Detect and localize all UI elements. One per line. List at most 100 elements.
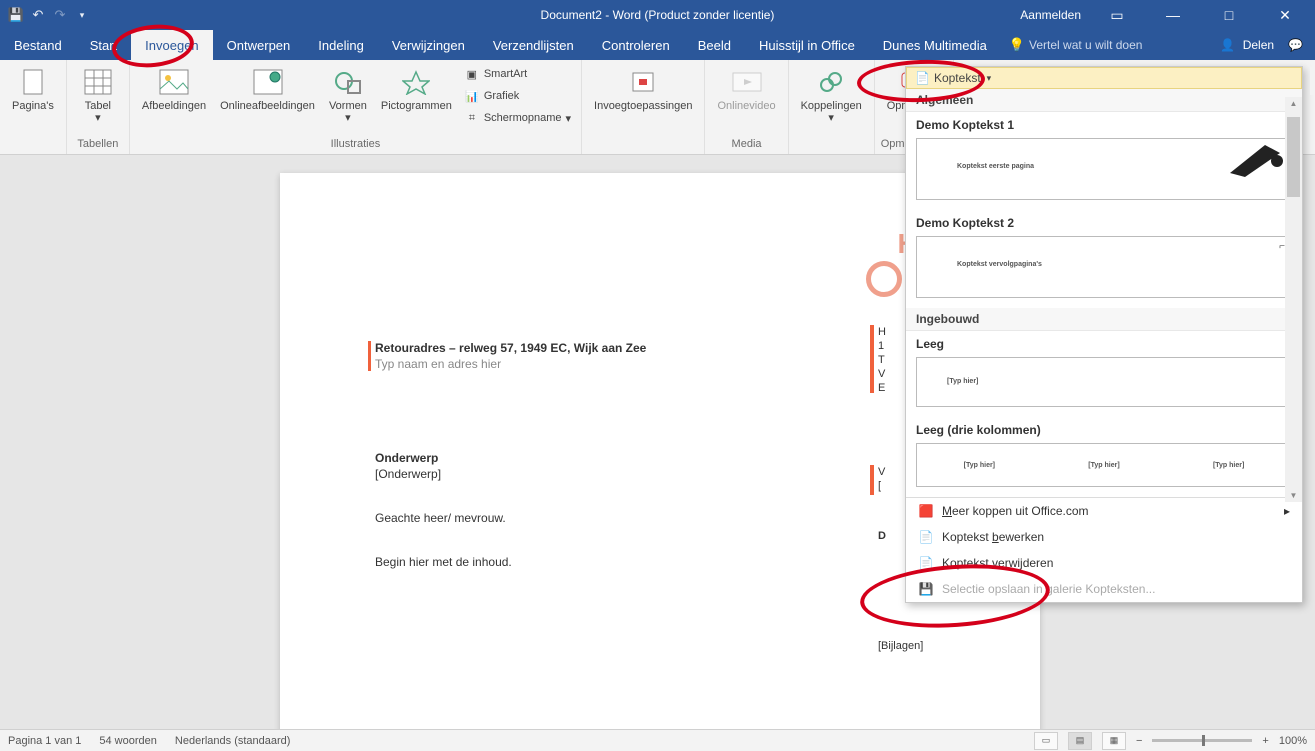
window-title: Document2 - Word (Product zonder licenti…	[541, 8, 775, 22]
section-algemeen: Algemeen	[906, 89, 1302, 112]
online-pictures-icon	[252, 66, 284, 98]
tell-me-search[interactable]: 💡 Vertel wat u wilt doen	[1009, 30, 1143, 60]
group-tabellen: Tabellen	[73, 136, 123, 152]
edit-header-button[interactable]: 📄 Koptekst bewerken	[906, 524, 1302, 550]
save-gallery-icon: 💾	[918, 581, 934, 597]
edit-header-icon: 📄	[918, 529, 934, 545]
word-count[interactable]: 54 woorden	[99, 735, 157, 747]
zoom-level[interactable]: 100%	[1279, 735, 1307, 747]
tab-invoegen[interactable]: Invoegen	[131, 30, 213, 60]
gallery-leeg[interactable]: [Typ hier]	[916, 357, 1292, 407]
tab-beeld[interactable]: Beeld	[684, 30, 745, 60]
tab-indeling[interactable]: Indeling	[304, 30, 378, 60]
lightbulb-icon: 💡	[1009, 37, 1025, 53]
tell-me-label: Vertel wat u wilt doen	[1029, 38, 1142, 52]
group-media: Media	[711, 136, 781, 152]
gallery-demo2[interactable]: Koptekst vervolgpagina's ⌐	[916, 236, 1292, 298]
addins-icon	[627, 66, 659, 98]
onlineafbeeldingen-button[interactable]: Onlineafbeeldingen	[214, 64, 321, 114]
koptekst-gallery[interactable]: Algemeen Demo Koptekst 1 Koptekst eerste…	[906, 89, 1302, 497]
screenshot-icon: ⌗	[464, 110, 480, 126]
redo-icon[interactable]: ↷	[52, 7, 68, 23]
save-selection-button: 💾 Selectie opslaan in galerie Kopteksten…	[906, 576, 1302, 602]
shapes-icon	[332, 66, 364, 98]
title-bar: 💾 ↶ ↷ ▾ Document2 - Word (Product zonder…	[0, 0, 1315, 30]
afbeeldingen-button[interactable]: Afbeeldingen	[136, 64, 212, 114]
subject-label: Onderwerp	[375, 451, 438, 465]
signin-link[interactable]: Aanmelden	[1020, 8, 1081, 22]
header-icon: 📄	[915, 71, 930, 85]
schermopname-button[interactable]: ⌗Schermopname ▾	[460, 108, 575, 128]
accent-bar	[368, 341, 371, 371]
tab-bestand[interactable]: Bestand	[0, 30, 76, 60]
brush-icon	[1225, 143, 1285, 179]
grafiek-button[interactable]: 📊Grafiek	[460, 86, 575, 106]
gallery-leeg3[interactable]: [Typ hier] [Typ hier] [Typ hier]	[916, 443, 1292, 487]
subject-placeholder[interactable]: [Onderwerp]	[375, 467, 441, 481]
page-indicator[interactable]: Pagina 1 van 1	[8, 735, 81, 747]
language-indicator[interactable]: Nederlands (standaard)	[175, 735, 291, 747]
tab-huisstijl[interactable]: Huisstijl in Office	[745, 30, 869, 60]
close-icon[interactable]: ✕	[1265, 7, 1305, 24]
tabel-button[interactable]: Tabel▾	[73, 64, 123, 126]
pictogrammen-button[interactable]: Pictogrammen	[375, 64, 458, 114]
office-icon: 🟥	[918, 503, 934, 519]
print-layout-button[interactable]: ▤	[1068, 732, 1092, 750]
gallery-scrollbar[interactable]: ▲ ▼	[1285, 97, 1302, 502]
gallery-leeg-title: Leeg	[906, 331, 1302, 353]
paginas-button[interactable]: Pagina's	[6, 64, 60, 114]
tab-start[interactable]: Start	[76, 30, 131, 60]
remove-header-button[interactable]: 📄 Koptekst verwijderen	[906, 550, 1302, 576]
gallery-demo1[interactable]: Koptekst eerste pagina	[916, 138, 1292, 200]
chart-icon: 📊	[464, 88, 480, 104]
video-icon	[731, 66, 763, 98]
onlinevideo-button[interactable]: Onlinevideo	[711, 64, 781, 114]
ribbon-display-options-icon[interactable]: ▭	[1097, 7, 1137, 24]
icons-icon	[400, 66, 432, 98]
tab-ontwerpen[interactable]: Ontwerpen	[213, 30, 305, 60]
save-icon[interactable]: 💾	[8, 7, 24, 23]
maximize-icon[interactable]: □	[1209, 7, 1249, 23]
minimize-icon[interactable]: —	[1153, 7, 1193, 23]
bijlagen-placeholder: [Bijlagen]	[878, 640, 923, 652]
pictures-icon	[158, 66, 190, 98]
read-mode-button[interactable]: ▭	[1034, 732, 1058, 750]
gallery-demo2-title: Demo Koptekst 2	[906, 210, 1302, 232]
zoom-slider[interactable]	[1152, 739, 1252, 742]
quick-access-toolbar: 💾 ↶ ↷ ▾	[0, 7, 98, 23]
body-start[interactable]: Begin hier met de inhoud.	[375, 555, 512, 569]
ribbon-tabs: Bestand Start Invoegen Ontwerpen Indelin…	[0, 30, 1315, 60]
section-ingebouwd: Ingebouwd	[906, 308, 1302, 331]
name-address-placeholder[interactable]: Typ naam en adres hier	[375, 357, 501, 371]
web-layout-button[interactable]: ▦	[1102, 732, 1126, 750]
gallery-demo1-title: Demo Koptekst 1	[906, 112, 1302, 134]
comments-icon[interactable]: 💬	[1288, 38, 1303, 52]
more-from-office-button[interactable]: 🟥 Meer koppen uit Office.com ▸	[906, 498, 1302, 524]
status-bar: Pagina 1 van 1 54 woorden Nederlands (st…	[0, 729, 1315, 751]
table-icon	[82, 66, 114, 98]
logo-circle-icon	[866, 261, 902, 297]
chevron-down-icon: ▾	[987, 73, 992, 84]
zoom-out-button[interactable]: −	[1136, 735, 1142, 747]
tab-dunes[interactable]: Dunes Multimedia	[869, 30, 1001, 60]
tab-verzendlijsten[interactable]: Verzendlijsten	[479, 30, 588, 60]
customize-qat-icon[interactable]: ▾	[74, 7, 90, 23]
person-icon: 👤	[1220, 38, 1235, 52]
remove-header-icon: 📄	[918, 555, 934, 571]
zoom-in-button[interactable]: +	[1262, 735, 1268, 747]
share-button[interactable]: 👤 Delen	[1220, 38, 1274, 52]
share-label: Delen	[1243, 38, 1274, 52]
scroll-thumb[interactable]	[1287, 117, 1300, 197]
tab-verwijzingen[interactable]: Verwijzingen	[378, 30, 479, 60]
koppelingen-button[interactable]: Koppelingen▾	[795, 64, 868, 126]
chevron-right-icon: ▸	[1284, 504, 1290, 518]
invoegtoepassingen-button[interactable]: Invoegtoepassingen	[588, 64, 698, 114]
tab-controleren[interactable]: Controleren	[588, 30, 684, 60]
smartart-button[interactable]: ▣SmartArt	[460, 64, 575, 84]
group-illustraties: Illustraties	[136, 136, 575, 152]
return-address: Retouradres – relweg 57, 1949 EC, Wijk a…	[375, 341, 646, 355]
undo-icon[interactable]: ↶	[30, 7, 46, 23]
vormen-button[interactable]: Vormen▾	[323, 64, 373, 126]
salutation[interactable]: Geachte heer/ mevrouw.	[375, 511, 506, 525]
koptekst-button[interactable]: 📄 Koptekst ▾	[906, 67, 1302, 89]
